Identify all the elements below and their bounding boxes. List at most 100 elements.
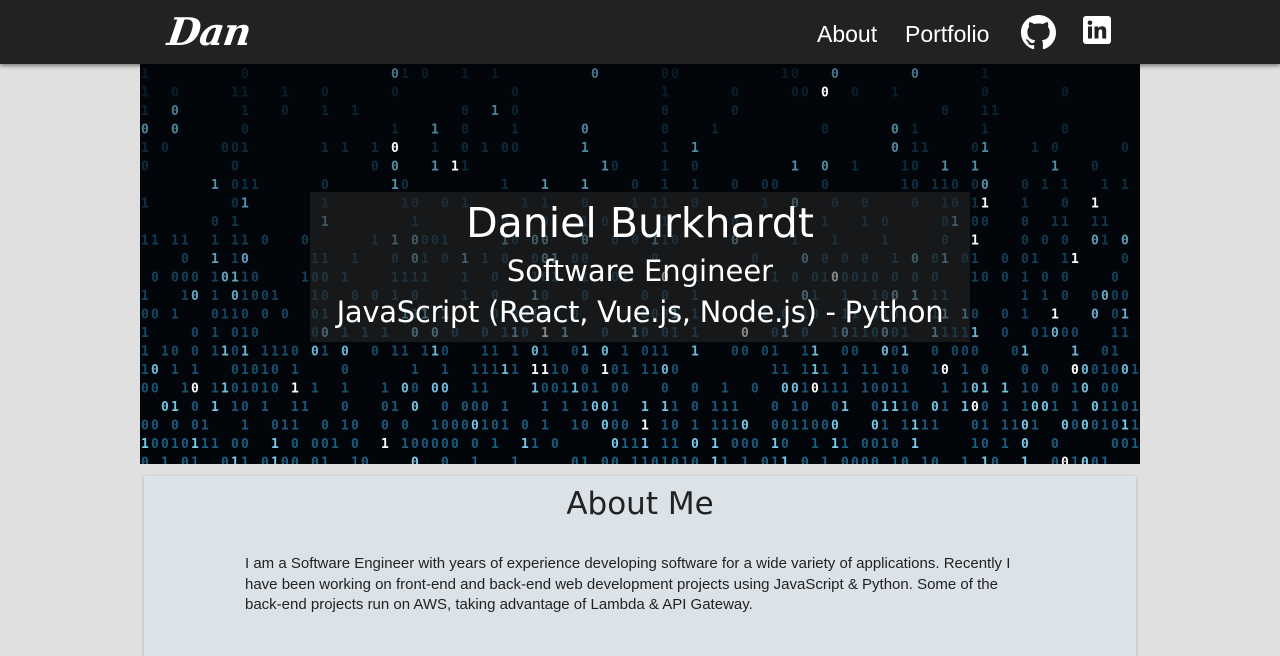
svg-text:1: 1 <box>771 345 779 360</box>
svg-text:1: 1 <box>931 419 939 434</box>
top-navbar: Dan About Portfolio <box>0 0 1280 64</box>
svg-text:0: 0 <box>151 419 159 434</box>
svg-text:0: 0 <box>761 178 769 193</box>
svg-text:0: 0 <box>731 345 739 360</box>
svg-text:0: 0 <box>281 456 289 465</box>
svg-text:0: 0 <box>801 86 809 101</box>
svg-text:1: 1 <box>1121 178 1129 193</box>
svg-text:1: 1 <box>1031 419 1039 434</box>
svg-text:0: 0 <box>891 123 899 138</box>
svg-text:1: 1 <box>531 363 539 378</box>
svg-text:1: 1 <box>581 400 589 415</box>
svg-text:1: 1 <box>531 437 539 452</box>
svg-text:0: 0 <box>371 160 379 175</box>
svg-text:1: 1 <box>661 437 669 452</box>
svg-text:1: 1 <box>961 382 969 397</box>
svg-text:1: 1 <box>1101 400 1109 415</box>
svg-text:0: 0 <box>871 400 879 415</box>
svg-text:0: 0 <box>151 382 159 397</box>
svg-text:0: 0 <box>231 437 239 452</box>
svg-text:1: 1 <box>471 363 479 378</box>
site-logo[interactable]: Dan <box>164 4 254 60</box>
svg-text:1: 1 <box>841 382 849 397</box>
svg-text:0: 0 <box>771 419 779 434</box>
nav-portfolio-link[interactable]: Portfolio <box>905 18 989 50</box>
svg-text:1: 1 <box>661 419 669 434</box>
svg-text:1: 1 <box>941 160 949 175</box>
svg-text:1: 1 <box>641 456 649 465</box>
svg-text:0: 0 <box>821 123 829 138</box>
svg-text:0: 0 <box>831 400 839 415</box>
svg-text:0: 0 <box>241 400 249 415</box>
svg-text:1: 1 <box>841 363 849 378</box>
svg-text:1: 1 <box>201 419 209 434</box>
svg-text:1: 1 <box>961 456 969 465</box>
svg-text:1: 1 <box>391 400 399 415</box>
svg-text:1: 1 <box>731 400 739 415</box>
svg-text:0: 0 <box>501 141 509 156</box>
svg-text:0: 0 <box>781 419 789 434</box>
linkedin-icon[interactable] <box>1083 16 1111 44</box>
github-icon[interactable] <box>1021 15 1056 50</box>
svg-text:0: 0 <box>461 123 469 138</box>
svg-text:0: 0 <box>431 437 439 452</box>
svg-text:1: 1 <box>791 160 799 175</box>
svg-text:0: 0 <box>241 67 249 82</box>
svg-text:1: 1 <box>221 345 229 360</box>
svg-text:0: 0 <box>841 456 849 465</box>
svg-text:1: 1 <box>691 345 699 360</box>
svg-text:0: 0 <box>931 400 939 415</box>
svg-text:0: 0 <box>871 437 879 452</box>
svg-text:1: 1 <box>581 345 589 360</box>
svg-text:1: 1 <box>161 345 169 360</box>
svg-text:0: 0 <box>1121 437 1129 452</box>
svg-text:1: 1 <box>901 382 909 397</box>
svg-text:0: 0 <box>291 345 299 360</box>
svg-text:0: 0 <box>731 437 739 452</box>
svg-text:0: 0 <box>871 419 879 434</box>
svg-text:0: 0 <box>931 456 939 465</box>
svg-text:0: 0 <box>821 178 829 193</box>
svg-text:1: 1 <box>471 382 479 397</box>
svg-text:1: 1 <box>211 345 219 360</box>
svg-text:0: 0 <box>1081 419 1089 434</box>
svg-text:0: 0 <box>881 345 889 360</box>
svg-text:0: 0 <box>891 437 899 452</box>
svg-text:0: 0 <box>401 382 409 397</box>
svg-text:1: 1 <box>1021 345 1029 360</box>
svg-text:1: 1 <box>501 178 509 193</box>
svg-text:1: 1 <box>661 141 669 156</box>
svg-text:1: 1 <box>661 456 669 465</box>
svg-text:0: 0 <box>661 382 669 397</box>
svg-text:1: 1 <box>161 456 169 465</box>
svg-text:0: 0 <box>831 67 839 82</box>
svg-text:0: 0 <box>1011 345 1019 360</box>
nav-about-link[interactable]: About <box>817 18 877 50</box>
svg-text:0: 0 <box>881 382 889 397</box>
svg-text:0: 0 <box>1111 437 1119 452</box>
svg-text:1: 1 <box>631 437 639 452</box>
svg-text:0: 0 <box>341 345 349 360</box>
svg-text:0: 0 <box>981 178 989 193</box>
svg-text:1: 1 <box>291 400 299 415</box>
svg-text:1: 1 <box>241 104 249 119</box>
svg-text:0: 0 <box>811 382 819 397</box>
svg-text:1: 1 <box>641 363 649 378</box>
svg-text:1: 1 <box>491 67 499 82</box>
svg-text:1: 1 <box>1021 400 1029 415</box>
svg-text:0: 0 <box>601 456 609 465</box>
svg-text:1: 1 <box>911 141 919 156</box>
svg-text:0: 0 <box>911 178 919 193</box>
svg-text:1: 1 <box>681 456 689 465</box>
svg-text:1: 1 <box>191 456 199 465</box>
svg-text:0: 0 <box>671 456 679 465</box>
svg-text:1: 1 <box>911 123 919 138</box>
svg-text:0: 0 <box>731 178 739 193</box>
svg-text:1: 1 <box>261 382 269 397</box>
svg-text:1: 1 <box>241 419 249 434</box>
svg-text:0: 0 <box>231 345 239 360</box>
svg-text:0: 0 <box>651 456 659 465</box>
svg-text:1: 1 <box>1061 178 1069 193</box>
svg-text:0: 0 <box>441 345 449 360</box>
svg-text:0: 0 <box>321 419 329 434</box>
